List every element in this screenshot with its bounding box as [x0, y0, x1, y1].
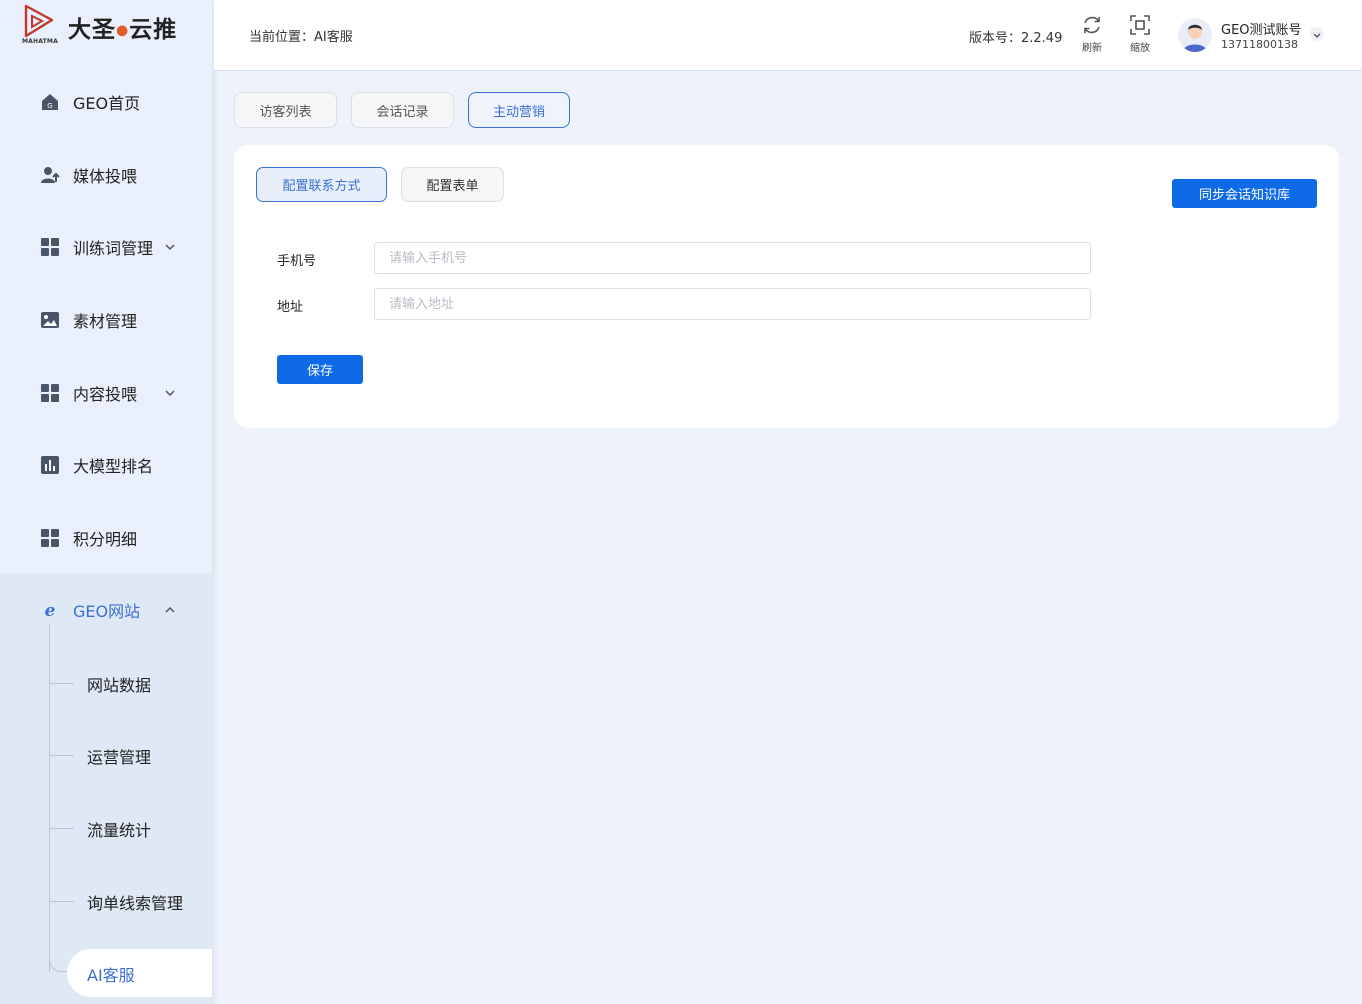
grid-icon [40, 237, 60, 257]
sidebar-subitem-site-data[interactable]: 网站数据 [49, 661, 212, 705]
user-name: GEO测试账号 [1221, 23, 1302, 38]
sidebar-item-label: 训练词管理 [73, 239, 154, 258]
user-menu[interactable]: GEO测试账号 13711800138 [1178, 16, 1328, 56]
sidebar: MAHATMA 大圣●云推 G GEO首页 媒体投喂 训练词管理 素材管理 内容… [0, 0, 212, 1004]
sidebar-item-content-feed[interactable]: 内容投喂 [0, 373, 212, 413]
sidebar-subitem-operations[interactable]: 运营管理 [49, 733, 212, 777]
brand-name: 大圣●云推 [68, 17, 178, 43]
zoom-button[interactable]: 缩放 [1120, 14, 1160, 58]
user-phone: 13711800138 [1221, 38, 1298, 51]
tree-branch [49, 901, 74, 902]
config-panel: 配置联系方式 配置表单 同步会话知识库 手机号 地址 保存 [234, 145, 1339, 428]
sidebar-item-label: 内容投喂 [73, 385, 138, 404]
phone-label: 手机号 [277, 254, 317, 269]
top-header: 当前位置：AI客服 版本号：2.2.49 刷新 缩放 GEO测试账号 13711… [214, 0, 1361, 71]
tab-active-marketing[interactable]: 主动营销 [468, 92, 570, 128]
sidebar-item-model-ranking[interactable]: 大模型排名 [0, 445, 212, 485]
version-label: 版本号：2.2.49 [969, 31, 1063, 46]
breadcrumb: 当前位置：AI客服 [249, 30, 353, 45]
tree-branch [49, 755, 74, 756]
sync-knowledge-base-button[interactable]: 同步会话知识库 [1172, 179, 1317, 208]
tab-session-records[interactable]: 会话记录 [351, 92, 454, 128]
sidebar-item-label: 媒体投喂 [73, 167, 138, 186]
sidebar-subitem-inquiry-leads[interactable]: 询单线索管理 [49, 879, 212, 923]
sidebar-subitem-label: 询单线索管理 [87, 894, 184, 913]
chevron-down-icon [165, 244, 175, 251]
refresh-icon [1084, 16, 1100, 34]
sidebar-item-geo-home[interactable]: G GEO首页 [0, 82, 212, 122]
tree-branch [49, 683, 74, 684]
tab-visitor-list[interactable]: 访客列表 [234, 92, 337, 128]
zoom-label: 缩放 [1130, 43, 1150, 54]
brand-dot-icon: ● [116, 22, 130, 39]
tree-branch [49, 828, 74, 829]
sidebar-subitem-label: AI客服 [87, 966, 135, 985]
refresh-button[interactable]: 刷新 [1072, 14, 1112, 58]
bar-chart-icon [40, 455, 60, 475]
sidebar-item-label: GEO网站 [73, 602, 141, 621]
svg-text:e: e [45, 601, 56, 620]
save-button[interactable]: 保存 [277, 355, 363, 384]
brand-logo[interactable]: MAHATMA 大圣●云推 [22, 4, 202, 48]
address-input[interactable] [374, 288, 1091, 320]
image-icon [40, 310, 60, 330]
brand-sub: MAHATMA [22, 38, 58, 45]
browser-e-icon: e [40, 600, 60, 620]
grid-icon [40, 383, 60, 403]
subtab-contact-config[interactable]: 配置联系方式 [256, 167, 387, 202]
home-icon: G [40, 92, 60, 112]
chevron-down-icon [165, 390, 175, 397]
refresh-label: 刷新 [1082, 43, 1102, 54]
sidebar-subitem-traffic-stats[interactable]: 流量统计 [49, 806, 212, 850]
sidebar-subitem-label: 运营管理 [87, 748, 152, 767]
sidebar-subitem-label: 网站数据 [87, 676, 152, 695]
subtab-form-config[interactable]: 配置表单 [401, 167, 504, 202]
sidebar-subitem-label: 流量统计 [87, 821, 152, 840]
sidebar-item-label: 积分明细 [73, 530, 138, 549]
chevron-down-icon [1310, 27, 1324, 41]
avatar [1178, 18, 1212, 52]
sidebar-item-geo-website[interactable]: e GEO网站 [0, 590, 212, 630]
fullscreen-icon [1130, 15, 1150, 35]
sidebar-item-label: 大模型排名 [73, 457, 154, 476]
chevron-up-icon [165, 606, 175, 613]
tree-branch [49, 944, 67, 972]
sidebar-item-label: GEO首页 [73, 94, 141, 113]
grid-icon [40, 528, 60, 548]
sidebar-item-media-feed[interactable]: 媒体投喂 [0, 155, 212, 195]
nav-group-background [0, 573, 212, 1004]
phone-input[interactable] [374, 242, 1091, 274]
user-upload-icon [40, 165, 60, 185]
svg-text:G: G [47, 102, 52, 110]
sidebar-item-points-detail[interactable]: 积分明细 [0, 518, 212, 558]
sidebar-item-materials[interactable]: 素材管理 [0, 300, 212, 340]
address-label: 地址 [277, 300, 304, 315]
sidebar-item-training-words[interactable]: 训练词管理 [0, 227, 212, 267]
sidebar-subitem-ai-service[interactable]: AI客服 [67, 949, 212, 997]
sidebar-item-label: 素材管理 [73, 312, 138, 331]
